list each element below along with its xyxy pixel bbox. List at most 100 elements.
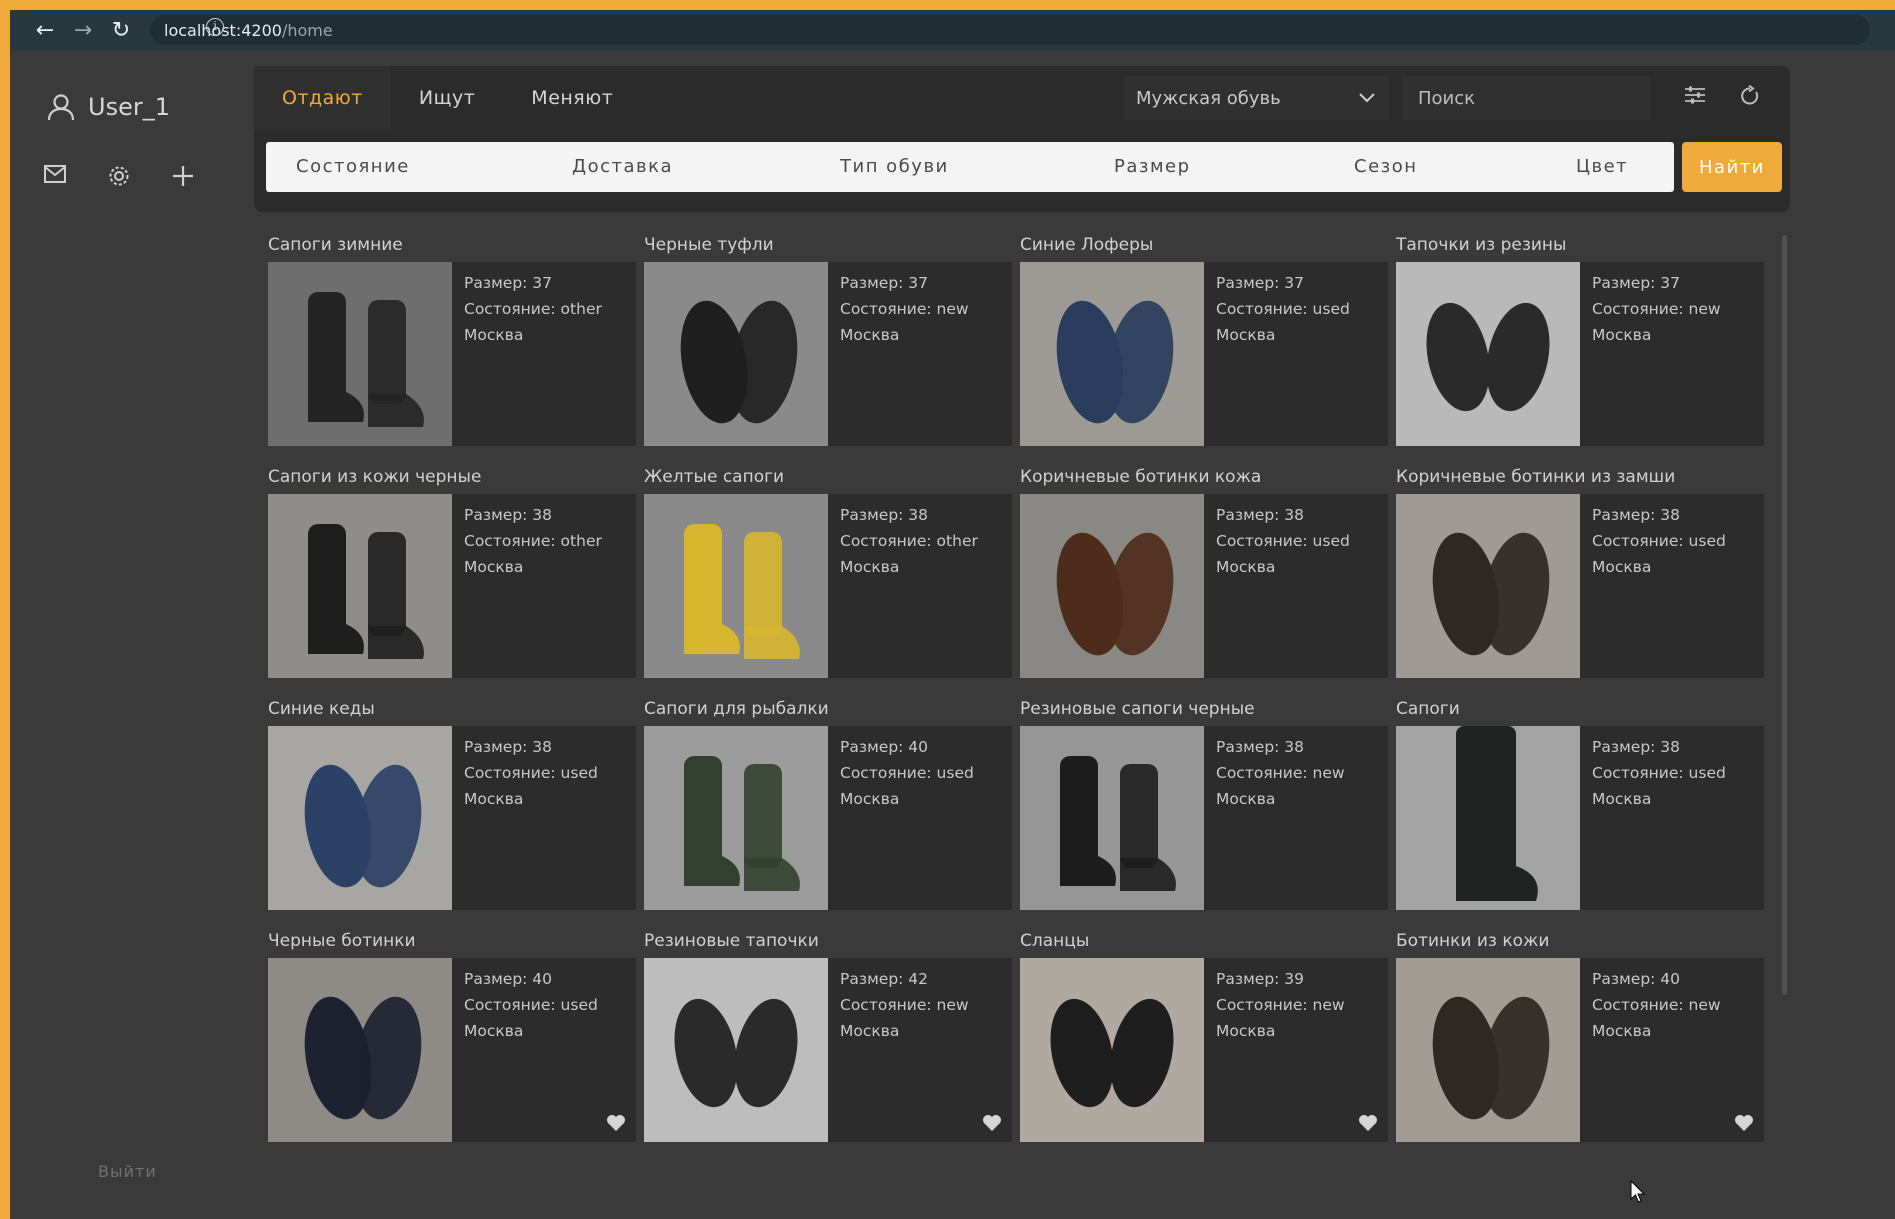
listing-info: Размер: 37 Состояние: used Москва (1216, 270, 1350, 348)
listing-body: Размер: 38 Состояние: other Москва (268, 494, 636, 678)
listing-card[interactable]: Черные ботинки Размер: 40 Состояние: use… (268, 928, 636, 1160)
filter-settings-icon[interactable] (1684, 85, 1706, 109)
listing-card[interactable]: Синие кеды Размер: 38 Состояние: used Мо… (268, 696, 636, 928)
user-profile[interactable]: User_1 (46, 92, 170, 122)
listing-city: Москва (840, 558, 900, 576)
filter-condition[interactable]: Состояние (296, 142, 410, 192)
tab-give[interactable]: Отдают (254, 66, 391, 130)
listing-size: Размер: 37 (1216, 274, 1305, 292)
product-photo[interactable] (268, 726, 452, 910)
tab-exchange[interactable]: Меняют (503, 66, 641, 130)
reload-icon[interactable]: ↻ (102, 18, 140, 43)
heart-icon[interactable] (1734, 1114, 1754, 1132)
settings-gear-icon[interactable] (108, 165, 130, 187)
listing-city: Москва (1216, 790, 1276, 808)
product-photo[interactable] (1396, 958, 1580, 1142)
listing-title[interactable]: Коричневые ботинки кожа (1020, 464, 1388, 494)
username: User_1 (88, 93, 170, 121)
listing-title[interactable]: Синие Лоферы (1020, 232, 1388, 262)
product-photo[interactable] (1020, 958, 1204, 1142)
listing-card[interactable]: Синие Лоферы Размер: 37 Состояние: used … (1020, 232, 1388, 464)
listing-city: Москва (840, 326, 900, 344)
listing-title[interactable]: Сапоги для рыбалки (644, 696, 1012, 726)
filter-color[interactable]: Цвет (1576, 142, 1628, 192)
listing-condition: Состояние: new (1592, 996, 1721, 1014)
url-path: /home (281, 20, 333, 40)
listing-card[interactable]: Коричневые ботинки из замши Размер: 38 С… (1396, 464, 1764, 696)
listing-info: Размер: 38 Состояние: used Москва (1592, 734, 1726, 812)
listing-body: Размер: 37 Состояние: other Москва (268, 262, 636, 446)
listing-title[interactable]: Коричневые ботинки из замши (1396, 464, 1764, 494)
product-photo[interactable] (1396, 494, 1580, 678)
forward-icon[interactable]: → (64, 18, 102, 43)
product-photo[interactable] (268, 958, 452, 1142)
scrollbar[interactable] (1782, 235, 1787, 995)
listing-title[interactable]: Черные ботинки (268, 928, 636, 958)
listing-card[interactable]: Сапоги из кожи черные Размер: 38 Состоян… (268, 464, 636, 696)
category-select[interactable]: Мужская обувь (1124, 76, 1389, 120)
user-icon (47, 94, 75, 121)
product-photo[interactable] (1396, 262, 1580, 446)
filter-size[interactable]: Размер (1114, 142, 1191, 192)
product-photo[interactable] (1020, 726, 1204, 910)
listing-title[interactable]: Синие кеды (268, 696, 636, 726)
address-bar[interactable]: i localhost:4200/home (150, 15, 1870, 45)
listing-body: Размер: 38 Состояние: other Москва (644, 494, 1012, 678)
listing-city: Москва (1592, 1022, 1652, 1040)
listing-title[interactable]: Сапоги (1396, 696, 1764, 726)
listing-card[interactable]: Коричневые ботинки кожа Размер: 38 Состо… (1020, 464, 1388, 696)
listing-title[interactable]: Резиновые тапочки (644, 928, 1012, 958)
refresh-icon[interactable] (1740, 84, 1760, 111)
product-photo[interactable] (644, 494, 828, 678)
back-icon[interactable]: ← (26, 18, 64, 43)
listing-card[interactable]: Сапоги для рыбалки Размер: 40 Состояние:… (644, 696, 1012, 928)
listing-title[interactable]: Сапоги из кожи черные (268, 464, 636, 494)
listing-card[interactable]: Сапоги зимние Размер: 37 Состояние: othe… (268, 232, 636, 464)
listing-title[interactable]: Сапоги зимние (268, 232, 636, 262)
product-photo[interactable] (644, 726, 828, 910)
listing-body: Размер: 39 Состояние: new Москва (1020, 958, 1388, 1142)
product-photo[interactable] (1396, 726, 1580, 910)
listing-title[interactable]: Резиновые сапоги черные (1020, 696, 1388, 726)
logout-link[interactable]: Выйти (98, 1162, 157, 1181)
listing-title[interactable]: Сланцы (1020, 928, 1388, 958)
filter-season[interactable]: Сезон (1354, 142, 1418, 192)
listing-card[interactable]: Сланцы Размер: 39 Состояние: new Москва (1020, 928, 1388, 1160)
listing-info: Размер: 40 Состояние: used Москва (464, 966, 598, 1044)
listing-title[interactable]: Желтые сапоги (644, 464, 1012, 494)
listing-condition: Состояние: new (1592, 300, 1721, 318)
listing-card[interactable]: Резиновые тапочки Размер: 42 Состояние: … (644, 928, 1012, 1160)
product-photo[interactable] (1020, 494, 1204, 678)
heart-icon[interactable] (606, 1114, 626, 1132)
listing-card[interactable]: Тапочки из резины Размер: 37 Состояние: … (1396, 232, 1764, 464)
tab-seek[interactable]: Ищут (391, 66, 503, 130)
listing-card[interactable]: Резиновые сапоги черные Размер: 38 Состо… (1020, 696, 1388, 928)
heart-icon[interactable] (982, 1114, 1002, 1132)
listing-card[interactable]: Сапоги Размер: 38 Состояние: used Москва (1396, 696, 1764, 928)
listing-title[interactable]: Черные туфли (644, 232, 1012, 262)
listing-body: Размер: 40 Состояние: new Москва (1396, 958, 1764, 1142)
listing-title[interactable]: Ботинки из кожи (1396, 928, 1764, 958)
listing-size: Размер: 37 (464, 274, 553, 292)
mail-icon[interactable] (44, 165, 66, 187)
listing-size: Размер: 39 (1216, 970, 1305, 988)
add-icon[interactable] (172, 165, 194, 187)
filter-shoe-type[interactable]: Тип обуви (840, 142, 949, 192)
product-photo[interactable] (268, 262, 452, 446)
heart-icon[interactable] (1358, 1114, 1378, 1132)
site-info-icon[interactable]: i (206, 18, 224, 36)
filter-delivery[interactable]: Доставка (572, 142, 673, 192)
listing-card[interactable]: Ботинки из кожи Размер: 40 Состояние: ne… (1396, 928, 1764, 1160)
search-input[interactable] (1402, 76, 1650, 120)
listing-city: Москва (1592, 790, 1652, 808)
listing-title[interactable]: Тапочки из резины (1396, 232, 1764, 262)
listing-card[interactable]: Черные туфли Размер: 37 Состояние: new М… (644, 232, 1012, 464)
find-button[interactable]: Найти (1682, 142, 1782, 192)
listing-card[interactable]: Желтые сапоги Размер: 38 Состояние: othe… (644, 464, 1012, 696)
product-photo[interactable] (1020, 262, 1204, 446)
product-photo[interactable] (644, 262, 828, 446)
listing-info: Размер: 37 Состояние: other Москва (464, 270, 602, 348)
product-photo[interactable] (644, 958, 828, 1142)
listing-body: Размер: 40 Состояние: used Москва (644, 726, 1012, 910)
product-photo[interactable] (268, 494, 452, 678)
